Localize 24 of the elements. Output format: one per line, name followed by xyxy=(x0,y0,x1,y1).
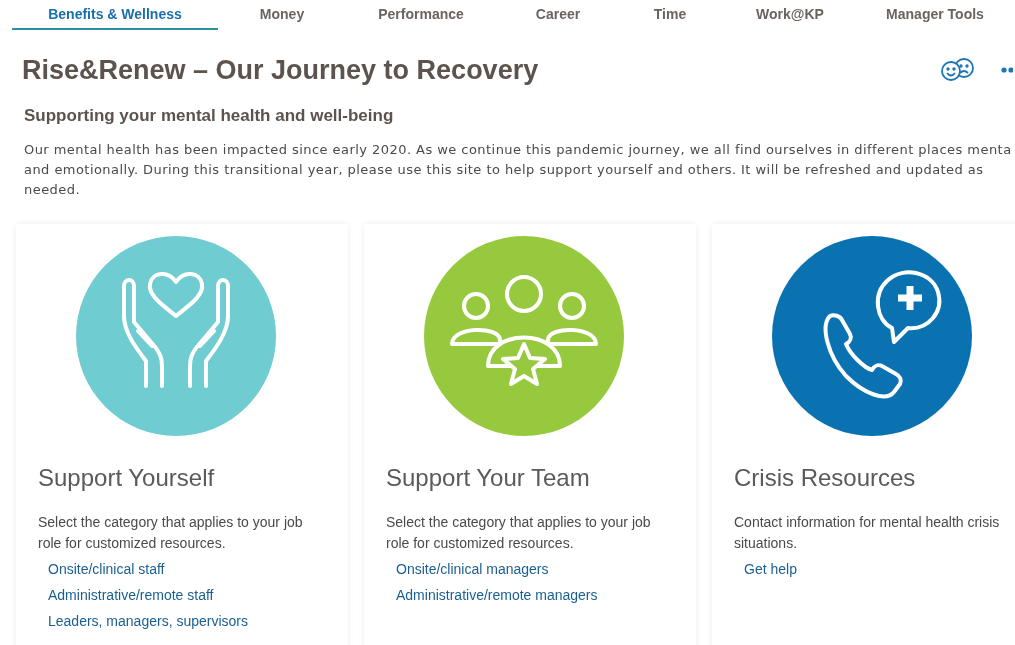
card-description: Select the category that applies to your job role for customized resources. xyxy=(38,513,304,553)
nav-tab[interactable]: Money xyxy=(218,0,346,30)
card-title: Support Yourself xyxy=(38,464,215,492)
intro-paragraph: Our mental health has been impacted since early 2020. As we continue this pandemic journey, we all find ourselves in different places menta and emotionally. During this transitional year, please use this site to help support yourself and others. It will be refreshed and updated as needed. xyxy=(24,141,1013,199)
card-description: Select the category that applies to your job role for customized resources. xyxy=(386,513,652,553)
page-title: Rise&Renew – Our Journey to Recovery xyxy=(22,54,540,86)
card-description: Contact information for mental health crisis situations. xyxy=(734,513,1001,553)
phone-chat-icon[interactable] xyxy=(772,236,972,436)
resource-link[interactable]: Get help xyxy=(744,556,797,582)
nav-tab[interactable]: Performance xyxy=(346,0,496,30)
card-title: Support Your Team xyxy=(386,464,590,492)
section-heading: Supporting your mental health and well-being xyxy=(24,106,395,126)
nav-tab[interactable]: Work@KP xyxy=(720,0,860,30)
card-title: Crisis Resources xyxy=(734,464,916,492)
nav-tab[interactable]: Career xyxy=(496,0,620,30)
nav-tab[interactable]: Benefits & Wellness xyxy=(12,0,218,30)
nav-tab[interactable]: Manager Tools xyxy=(860,0,1010,30)
nav-tab[interactable]: Time xyxy=(620,0,720,30)
more-icon[interactable] xyxy=(1001,67,1013,73)
resource-link[interactable]: Administrative/remote staff xyxy=(48,582,214,608)
resource-link[interactable]: Onsite/clinical staff xyxy=(48,556,165,582)
resource-link[interactable]: Leaders, managers, supervisors xyxy=(48,608,248,634)
resource-link[interactable]: Administrative/remote managers xyxy=(396,582,598,608)
resource-link[interactable]: Onsite/clinical managers xyxy=(396,556,549,582)
